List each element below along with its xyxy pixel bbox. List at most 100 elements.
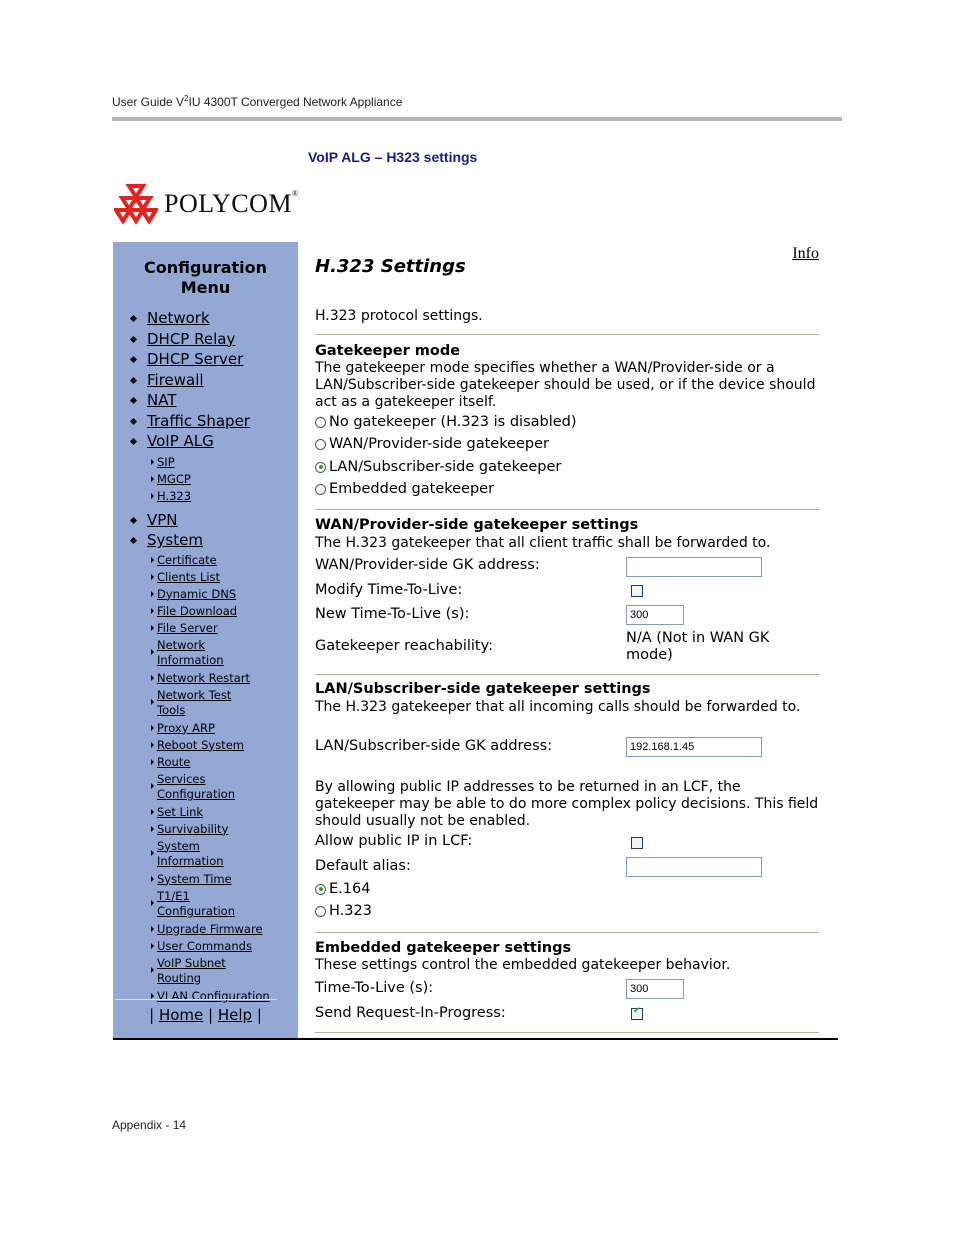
arrow-right-icon (151, 808, 154, 815)
submenu-item-vlan-configuration[interactable]: VLAN Configuration (113, 989, 298, 1006)
submenu-item-certificate[interactable]: Certificate (113, 553, 298, 570)
arrow-right-icon (151, 458, 154, 465)
submenu-item-route[interactable]: Route (113, 755, 298, 772)
new-ttl-input[interactable] (626, 605, 684, 625)
radio-button[interactable] (315, 905, 326, 917)
submenu-link[interactable]: T1/E1 Configuration (157, 889, 235, 918)
submenu-link[interactable]: VoIP Subnet Routing (157, 956, 226, 985)
submenu-item-network-restart[interactable]: Network Restart (113, 671, 298, 688)
submenu-link[interactable]: Survivability (157, 822, 228, 836)
submenu-link[interactable]: Network Test Tools (157, 688, 231, 717)
menu-link[interactable]: VPN (147, 511, 178, 529)
menu-link[interactable]: Network (147, 309, 210, 327)
submenu-link[interactable]: Certificate (157, 553, 217, 567)
help-link[interactable]: Help (218, 1006, 252, 1024)
submenu-item-sip[interactable]: SIP (113, 455, 298, 472)
submenu-item-upgrade-firmware[interactable]: Upgrade Firmware (113, 922, 298, 939)
radio-button-selected[interactable] (315, 461, 326, 473)
submenu-link[interactable]: Set Link (157, 805, 203, 819)
submenu-item-set-link[interactable]: Set Link (113, 805, 298, 822)
submenu-link[interactable]: System Information (157, 839, 224, 868)
submenu-link[interactable]: User Commands (157, 939, 252, 953)
submenu-link[interactable]: MGCP (157, 472, 191, 486)
menu-item-traffic-shaper[interactable]: Traffic Shaper (113, 411, 298, 432)
submenu-item-voip-subnet-routing[interactable]: VoIP Subnet Routing (113, 956, 247, 989)
submenu-item-services-configuration[interactable]: Services Configuration (113, 772, 247, 805)
menu-link[interactable]: DHCP Relay (147, 330, 235, 348)
wan-gk-address-input[interactable] (626, 557, 762, 577)
menu-link[interactable]: Traffic Shaper (147, 412, 250, 430)
default-alias-input[interactable] (626, 857, 762, 877)
menu-item-firewall[interactable]: Firewall (113, 370, 298, 391)
menu-link[interactable]: VoIP ALG (147, 432, 214, 450)
submenu-link[interactable]: System Time (157, 872, 232, 886)
submenu-item-reboot-system[interactable]: Reboot System (113, 738, 298, 755)
radio-alias-h323[interactable]: H.323 (315, 903, 372, 919)
submenu-link[interactable]: Dynamic DNS (157, 587, 236, 601)
submenu-item-network-information[interactable]: Network Information (113, 638, 237, 671)
submenu-item-mgcp[interactable]: MGCP (113, 472, 298, 489)
submenu-link[interactable]: Services Configuration (157, 772, 235, 801)
radio-embedded-gatekeeper[interactable]: Embedded gatekeeper (315, 481, 494, 497)
submenu-link[interactable]: Network Restart (157, 671, 250, 685)
submenu-link[interactable]: Reboot System (157, 738, 244, 752)
embedded-ttl-input[interactable] (626, 979, 684, 999)
home-link[interactable]: Home (159, 1006, 203, 1024)
submenu-link[interactable]: SIP (157, 455, 175, 469)
radio-button[interactable] (315, 438, 326, 450)
submenu-link[interactable]: H.323 (157, 489, 191, 503)
info-link[interactable]: Info (792, 245, 819, 263)
submenu-item-system-information[interactable]: System Information (113, 839, 237, 872)
submenu-item-proxy-arp[interactable]: Proxy ARP (113, 721, 298, 738)
menu-item-dhcp-relay[interactable]: DHCP Relay (113, 329, 298, 350)
radio-lan-gatekeeper[interactable]: LAN/Subscriber-side gatekeeper (315, 459, 561, 475)
submenu-item-user-commands[interactable]: User Commands (113, 939, 298, 956)
submenu-link[interactable]: Clients List (157, 570, 220, 584)
web-ui-screenshot: Configuration Menu Network DHCP Relay DH… (113, 242, 838, 1040)
submenu-item-file-server[interactable]: File Server (113, 621, 298, 638)
menu-item-vpn[interactable]: VPN (113, 510, 298, 531)
menu-link[interactable]: Firewall (147, 371, 204, 389)
radio-wan-gatekeeper[interactable]: WAN/Provider-side gatekeeper (315, 436, 549, 452)
submenu-item-survivability[interactable]: Survivability (113, 822, 298, 839)
submenu-link[interactable]: File Server (157, 621, 218, 635)
radio-button-selected[interactable] (315, 883, 326, 895)
send-rip-checkbox[interactable] (631, 1006, 643, 1020)
default-alias-label: Default alias: (315, 858, 411, 874)
header-rule (112, 117, 842, 121)
lan-gk-address-input[interactable] (626, 737, 762, 757)
submenu-item-dynamic-dns[interactable]: Dynamic DNS (113, 587, 298, 604)
radio-button[interactable] (315, 483, 326, 495)
menu-link[interactable]: NAT (147, 391, 176, 409)
polycom-triangles-icon (114, 184, 158, 225)
menu-item-dhcp-server[interactable]: DHCP Server (113, 349, 298, 370)
submenu-item-clients-list[interactable]: Clients List (113, 570, 298, 587)
menu-item-network[interactable]: Network (113, 308, 298, 329)
submenu-link[interactable]: Upgrade Firmware (157, 922, 263, 936)
submenu-item-t1e1-configuration[interactable]: T1/E1 Configuration (113, 889, 247, 922)
diamond-bullet-icon (129, 417, 138, 425)
submenu-item-h323[interactable]: H.323 (113, 489, 298, 506)
submenu-link[interactable]: File Download (157, 604, 237, 618)
radio-button[interactable] (315, 416, 326, 428)
divider (315, 1032, 819, 1033)
menu-item-voip-alg[interactable]: VoIP ALG (113, 431, 298, 452)
submenu-item-system-time[interactable]: System Time (113, 872, 298, 889)
menu-link[interactable]: DHCP Server (147, 350, 243, 368)
gatekeeper-mode-heading: Gatekeeper mode (315, 343, 461, 359)
submenu-link[interactable]: Network Information (157, 638, 224, 667)
submenu-item-file-download[interactable]: File Download (113, 604, 298, 621)
menu-item-system[interactable]: System (113, 530, 298, 551)
submenu-link[interactable]: VLAN Configuration (157, 989, 270, 1003)
radio-no-gatekeeper[interactable]: No gatekeeper (H.323 is disabled) (315, 414, 577, 430)
allow-public-ip-checkbox[interactable] (631, 837, 643, 849)
polycom-logo: POLYCOM® (114, 183, 299, 225)
radio-alias-e164[interactable]: E.164 (315, 881, 370, 897)
arrow-right-icon (151, 758, 154, 765)
menu-link[interactable]: System (147, 531, 203, 549)
menu-item-nat[interactable]: NAT (113, 390, 298, 411)
submenu-item-network-test-tools[interactable]: Network Test Tools (113, 688, 247, 721)
modify-ttl-checkbox[interactable] (631, 585, 643, 597)
submenu-link[interactable]: Route (157, 755, 190, 769)
submenu-link[interactable]: Proxy ARP (157, 721, 215, 735)
